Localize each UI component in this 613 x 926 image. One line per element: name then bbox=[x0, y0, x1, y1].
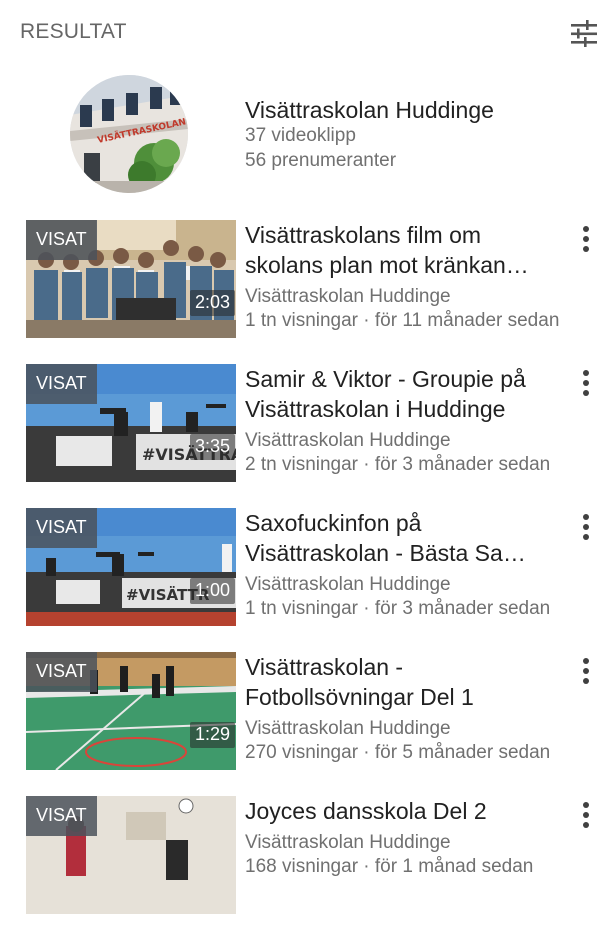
video-meta: 1 tn visningar · för 11 månader sedan bbox=[245, 310, 560, 331]
video-result[interactable]: VISAT 2:03 Visättraskolans film om skola… bbox=[0, 220, 613, 350]
video-thumbnail[interactable]: #VISÄTTR VISAT 1:00 bbox=[26, 508, 236, 626]
watched-badge: VISAT bbox=[26, 508, 97, 548]
video-duration: 3:35 bbox=[190, 434, 236, 460]
video-channel-name: Visättraskolan Huddinge bbox=[245, 286, 451, 307]
video-channel-name: Visättraskolan Huddinge bbox=[245, 832, 451, 853]
video-thumbnail[interactable]: VISAT bbox=[26, 796, 236, 914]
watched-badge: VISAT bbox=[26, 796, 97, 836]
channel-result[interactable]: VISÄTTRASKOLAN Visättraskolan Huddinge 3… bbox=[0, 70, 613, 200]
channel-video-count: 37 videoklipp bbox=[245, 125, 356, 146]
channel-name[interactable]: Visättraskolan Huddinge bbox=[245, 97, 494, 124]
results-header: RESULTAT bbox=[0, 0, 613, 66]
video-channel-name: Visättraskolan Huddinge bbox=[245, 430, 451, 451]
more-options-icon[interactable] bbox=[573, 656, 599, 688]
results-title: RESULTAT bbox=[20, 20, 127, 43]
video-result[interactable]: #VISÄTTRASI VISAT 3:35 Samir & Viktor - … bbox=[0, 364, 613, 494]
video-duration: 1:00 bbox=[190, 578, 236, 604]
video-title[interactable]: Visättraskolans film om skolans plan mot… bbox=[245, 220, 565, 280]
more-options-icon[interactable] bbox=[573, 368, 599, 400]
video-title[interactable]: Samir & Viktor - Groupie på Visättraskol… bbox=[245, 364, 565, 424]
video-duration: 1:29 bbox=[190, 722, 236, 748]
channel-subscriber-count: 56 prenumeranter bbox=[245, 150, 397, 171]
video-channel-name: Visättraskolan Huddinge bbox=[245, 574, 451, 595]
watched-badge: VISAT bbox=[26, 652, 97, 692]
filter-sliders-icon[interactable] bbox=[568, 19, 600, 49]
video-meta: 168 visningar · för 1 månad sedan bbox=[245, 856, 534, 877]
video-thumbnail[interactable]: VISAT 1:29 bbox=[26, 652, 236, 770]
more-options-icon[interactable] bbox=[573, 512, 599, 544]
video-result[interactable]: #VISÄTTR VISAT 1:00 Saxofuckinfon på Vis… bbox=[0, 508, 613, 638]
video-thumbnail[interactable]: #VISÄTTRASI VISAT 3:35 bbox=[26, 364, 236, 482]
video-meta: 1 tn visningar · för 3 månader sedan bbox=[245, 598, 551, 619]
video-duration: 2:03 bbox=[190, 290, 236, 316]
video-meta: 2 tn visningar · för 3 månader sedan bbox=[245, 454, 551, 475]
video-result[interactable]: VISAT Joyces dansskola Del 2 Visättrasko… bbox=[0, 796, 613, 926]
more-options-icon[interactable] bbox=[573, 224, 599, 256]
more-options-icon[interactable] bbox=[573, 800, 599, 832]
video-title[interactable]: Joyces dansskola Del 2 bbox=[245, 796, 565, 826]
video-title[interactable]: Visättraskolan - Fotbollsövningar Del 1 bbox=[245, 652, 565, 712]
video-title[interactable]: Saxofuckinfon på Visättraskolan - Bästa … bbox=[245, 508, 565, 568]
watched-badge: VISAT bbox=[26, 364, 97, 404]
channel-avatar[interactable]: VISÄTTRASKOLAN bbox=[70, 75, 188, 193]
video-meta: 270 visningar · för 5 månader sedan bbox=[245, 742, 551, 763]
watched-badge: VISAT bbox=[26, 220, 97, 260]
video-channel-name: Visättraskolan Huddinge bbox=[245, 718, 451, 739]
video-result[interactable]: VISAT 1:29 Visättraskolan - Fotbollsövni… bbox=[0, 652, 613, 782]
video-thumbnail[interactable]: VISAT 2:03 bbox=[26, 220, 236, 338]
